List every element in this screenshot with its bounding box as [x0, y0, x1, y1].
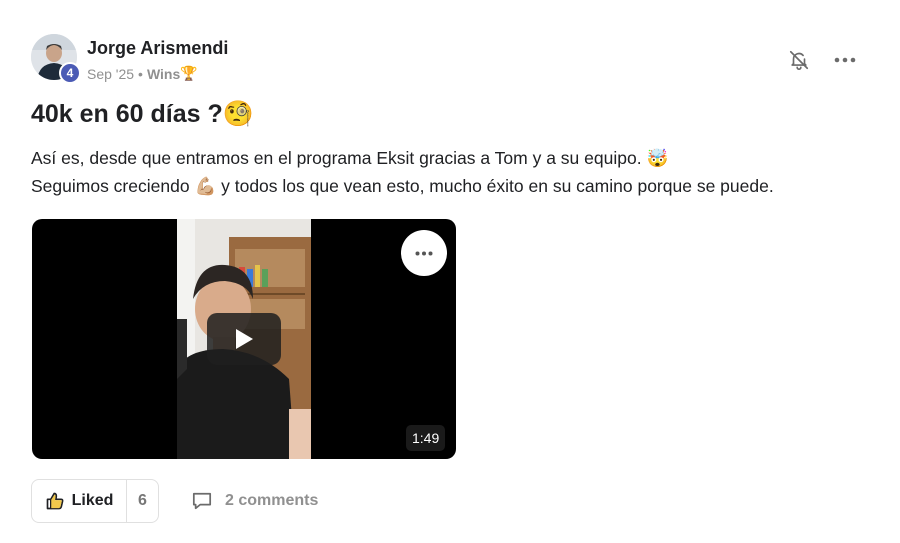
body-text-1: Así es, desde que entramos en el program…	[31, 148, 642, 168]
exploding-head-emoji: 🤯	[646, 148, 669, 168]
post-date: Sep '25	[87, 65, 135, 82]
comment-bubble-icon	[192, 492, 212, 510]
like-button[interactable]: Liked	[32, 480, 127, 522]
body-text-2a: Seguimos creciendo	[31, 176, 190, 196]
flexed-biceps-emoji: 💪🏼	[194, 176, 217, 196]
author-name[interactable]: Jorge Arismendi	[87, 38, 228, 59]
like-control: Liked 6	[31, 479, 159, 523]
avatar-container[interactable]: 4	[31, 34, 81, 84]
post-card: 4 Jorge Arismendi Sep '25 • Wins 🏆 40k en…	[0, 0, 900, 543]
post-title: 40k en 60 días ?🧐	[31, 100, 254, 129]
post-title-text: 40k en 60 días ?	[31, 100, 223, 128]
post-meta: Sep '25 • Wins 🏆	[87, 65, 198, 82]
thumbs-up-icon	[46, 492, 64, 510]
meta-separator: •	[138, 65, 143, 82]
like-label: Liked	[71, 492, 114, 509]
level-badge: 4	[59, 62, 81, 84]
post-body-line-2: Seguimos creciendo 💪🏼 y todos los que ve…	[31, 176, 774, 197]
more-options-icon[interactable]	[833, 48, 857, 72]
trophy-icon: 🏆	[180, 65, 198, 81]
post-body-line-1: Así es, desde que entramos en el program…	[31, 148, 668, 169]
category-label[interactable]: Wins	[147, 66, 180, 82]
video-player[interactable]: 1:49	[32, 219, 456, 459]
play-icon	[236, 329, 253, 349]
bell-off-icon[interactable]	[787, 48, 811, 72]
play-button[interactable]	[207, 313, 281, 365]
monocle-face-emoji: 🧐	[222, 100, 254, 128]
comments-link[interactable]: 2 comments	[191, 490, 318, 512]
body-text-2b: y todos los que vean esto, mucho éxito e…	[221, 176, 774, 196]
comments-label: 2 comments	[225, 492, 319, 509]
video-more-options-icon[interactable]	[401, 230, 447, 276]
video-duration: 1:49	[406, 425, 446, 451]
like-count[interactable]: 6	[127, 480, 158, 522]
